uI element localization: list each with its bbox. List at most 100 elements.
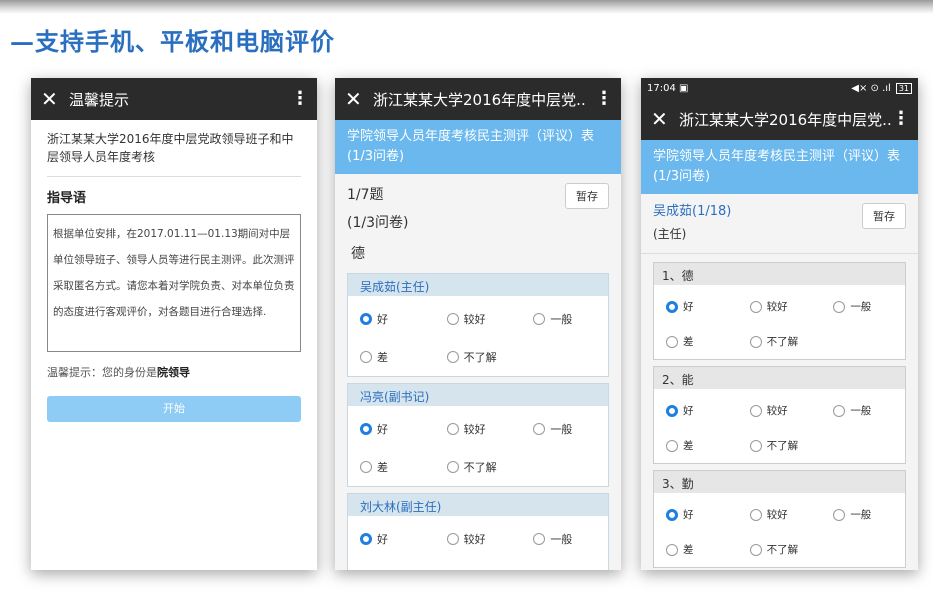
more-icon[interactable]: ⋮ <box>595 90 613 108</box>
radio-icon[interactable] <box>533 423 546 435</box>
option-label: 好 <box>377 423 388 436</box>
radio-icon[interactable] <box>749 508 762 521</box>
option-unknown[interactable]: 不了解 <box>738 428 822 463</box>
radio-icon[interactable] <box>666 508 678 521</box>
radio-icon[interactable] <box>360 423 372 435</box>
option-fairly-good[interactable]: 较好 <box>435 520 522 558</box>
option-good[interactable]: 好 <box>348 520 435 558</box>
option-label: 较好 <box>463 313 486 326</box>
option-label: 较好 <box>463 423 486 436</box>
radio-icon[interactable] <box>666 300 678 313</box>
radio-icon[interactable] <box>833 404 846 417</box>
option-label: 不了解 <box>766 544 799 556</box>
option-good[interactable]: 好 <box>654 289 738 324</box>
option-poor[interactable]: 差 <box>348 448 435 486</box>
question-progress: 1/7题 <box>347 187 384 203</box>
save-draft-button[interactable]: 暂存 <box>862 203 906 229</box>
survey-subject: 浙江某某大学2016年度中层党政领导班子和中层领导人员年度考核 <box>47 130 301 177</box>
option-average[interactable]: 一般 <box>521 300 608 338</box>
close-icon[interactable]: ✕ <box>345 89 373 109</box>
option-average[interactable]: 一般 <box>521 520 608 558</box>
top-band <box>0 0 933 14</box>
option-fairly-good[interactable]: 较好 <box>738 393 822 428</box>
radio-icon[interactable] <box>749 543 762 556</box>
question-category: 德 <box>351 246 365 262</box>
option-unknown[interactable]: 不了解 <box>435 448 522 486</box>
option-label: 不了解 <box>766 336 799 348</box>
radio-icon[interactable] <box>360 461 372 473</box>
start-button[interactable]: 开始 <box>47 396 301 422</box>
radio-icon[interactable] <box>833 300 846 313</box>
radio-icon[interactable] <box>666 335 678 348</box>
option-label: 不了解 <box>464 569 497 570</box>
option-unknown[interactable]: 不了解 <box>738 532 822 567</box>
option-average[interactable]: 一般 <box>821 497 905 532</box>
radio-icon[interactable] <box>360 533 372 545</box>
option-label: 差 <box>377 569 388 570</box>
close-icon[interactable]: ✕ <box>651 109 679 129</box>
option-good[interactable]: 好 <box>348 300 435 338</box>
option-poor[interactable]: 差 <box>654 324 738 359</box>
option-label: 差 <box>683 544 694 556</box>
radio-icon[interactable] <box>666 404 678 417</box>
option-poor[interactable]: 差 <box>348 338 435 376</box>
option-average[interactable]: 一般 <box>821 393 905 428</box>
radio-icon[interactable] <box>446 313 459 325</box>
radio-icon[interactable] <box>833 508 846 521</box>
save-draft-button[interactable]: 暂存 <box>565 183 609 209</box>
title-bar: ✕ 浙江某某大学2016年度中层党.. ⋮ <box>335 78 621 120</box>
radio-icon[interactable] <box>446 423 459 435</box>
option-unknown[interactable]: 不了解 <box>435 338 522 376</box>
option-poor[interactable]: 差 <box>654 428 738 463</box>
option-label: 一般 <box>550 533 573 546</box>
window-title: 浙江某某大学2016年度中层党.. <box>679 110 892 129</box>
option-good[interactable]: 好 <box>654 497 738 532</box>
option-label: 好 <box>683 509 694 521</box>
option-unknown[interactable]: 不了解 <box>435 558 522 570</box>
option-good[interactable]: 好 <box>348 410 435 448</box>
radio-icon[interactable] <box>666 543 678 556</box>
more-icon[interactable]: ⋮ <box>892 110 910 128</box>
person-row: 吴成茹(1/18) (主任) 暂存 <box>641 194 918 254</box>
radio-icon[interactable] <box>360 313 372 325</box>
option-good[interactable]: 好 <box>654 393 738 428</box>
option-average[interactable]: 一般 <box>521 410 608 448</box>
option-fairly-good[interactable]: 较好 <box>435 300 522 338</box>
category-title: 3、勤 <box>654 471 905 493</box>
option-group: 好 较好 一般差 不了解 <box>348 516 608 570</box>
close-icon[interactable]: ✕ <box>41 89 69 109</box>
radio-icon[interactable] <box>533 313 546 325</box>
guide-text: 根据单位安排，在2017.01.11—01.13期间对中层单位领导班子、领导人员… <box>47 214 301 352</box>
option-group: 好 较好 一般差 不了解 <box>654 389 905 463</box>
radio-icon[interactable] <box>446 351 459 363</box>
option-poor[interactable]: 差 <box>348 558 435 570</box>
option-fairly-good[interactable]: 较好 <box>435 410 522 448</box>
radio-icon[interactable] <box>446 461 459 473</box>
person-cards: 吴成茹(主任) 好较好 一般差不了解 冯亮(副书记) 好较好 一般差不了解 刘大林(副主任)… <box>335 273 621 570</box>
option-label: 较好 <box>463 533 486 546</box>
option-label: 一般 <box>850 301 872 313</box>
instructions-body: 浙江某某大学2016年度中层党政领导班子和中层领导人员年度考核 指导语 根据单位… <box>31 120 317 570</box>
radio-icon[interactable] <box>749 439 762 452</box>
radio-icon[interactable] <box>749 300 762 313</box>
person-info: 吴成茹(1/18) (主任) <box>653 201 731 245</box>
radio-icon[interactable] <box>446 533 459 545</box>
option-poor[interactable]: 差 <box>654 532 738 567</box>
option-group: 好 较好 一般差 不了解 <box>348 296 608 376</box>
radio-icon[interactable] <box>749 404 762 417</box>
radio-icon[interactable] <box>749 335 762 348</box>
option-average[interactable]: 一般 <box>821 289 905 324</box>
radio-icon[interactable] <box>533 533 546 545</box>
category-card: 1、德好 较好 一般差 不了解 <box>653 262 906 360</box>
option-fairly-good[interactable]: 较好 <box>738 289 822 324</box>
more-icon[interactable]: ⋮ <box>291 90 309 108</box>
question-row: 1/7题 (1/3问卷) 暂存 <box>335 174 621 237</box>
option-fairly-good[interactable]: 较好 <box>738 497 822 532</box>
person-name: 吴成茹(1/18) <box>653 204 732 219</box>
radio-icon[interactable] <box>666 439 678 452</box>
category-title: 1、德 <box>654 263 905 285</box>
option-label: 差 <box>377 461 388 474</box>
radio-icon[interactable] <box>360 351 372 363</box>
person-card: 刘大林(副主任) 好 较好 一般差 不了解 <box>347 493 609 570</box>
option-unknown[interactable]: 不了解 <box>738 324 822 359</box>
